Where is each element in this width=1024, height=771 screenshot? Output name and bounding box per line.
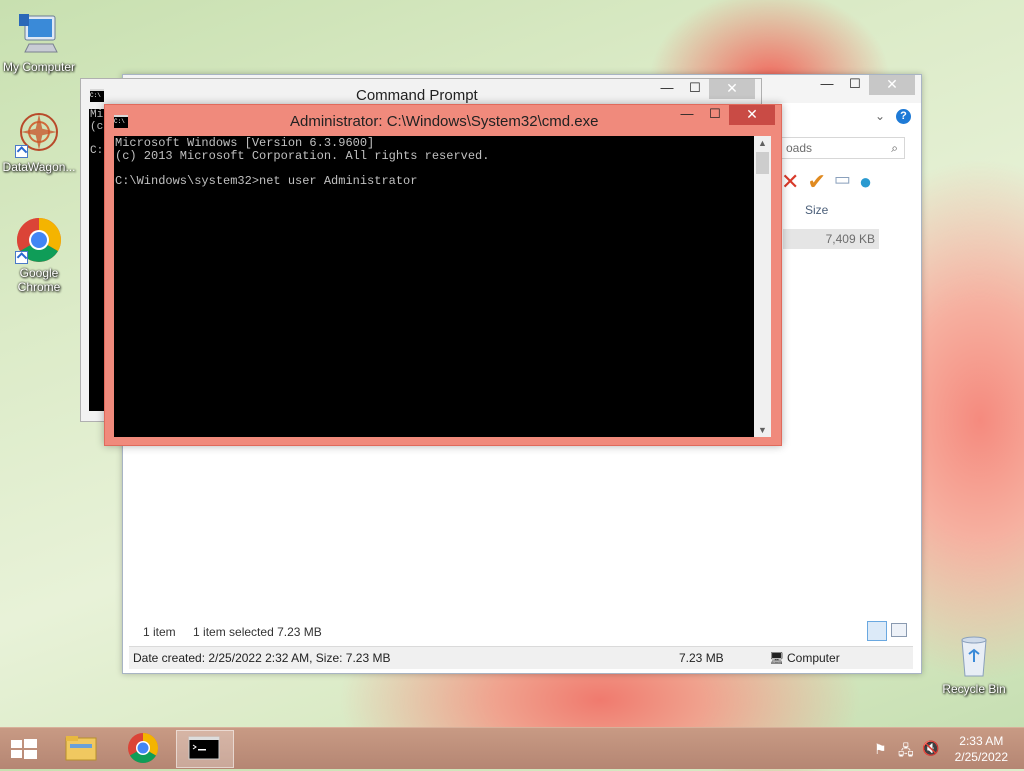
info-size: 7.23 MB <box>679 651 724 665</box>
window-title: Administrator: C:\Windows\System32\cmd.e… <box>290 113 599 130</box>
close-button[interactable]: ✕ <box>869 75 915 95</box>
clock[interactable]: 2:33 AM 2/25/2022 <box>955 733 1008 765</box>
help-icon[interactable]: ? <box>896 109 911 124</box>
close-button[interactable]: ✕ <box>729 105 775 125</box>
cmd-icon <box>188 736 220 760</box>
action-center-icon[interactable]: ⚑ <box>874 741 887 758</box>
minimize-button[interactable]: — <box>653 79 681 99</box>
status-selected: 1 item selected 7.23 MB <box>193 625 322 639</box>
desktop-icon-google-chrome[interactable]: Google Chrome <box>1 216 77 294</box>
minimize-button[interactable]: — <box>673 105 701 125</box>
taskbar-chrome[interactable] <box>114 730 172 768</box>
close-button[interactable]: ✕ <box>709 79 755 99</box>
window-title: Command Prompt <box>356 87 478 104</box>
info-date-created: Date created: 2/25/2022 2:32 AM, Size: 7… <box>133 651 391 665</box>
console-output: Microsoft Windows [Version 6.3.9600] (c)… <box>115 136 490 188</box>
computer-small-icon: 🖥 <box>769 651 785 665</box>
maximize-button[interactable]: ☐ <box>841 75 869 95</box>
recycle-bin-icon <box>950 632 998 680</box>
taskbar: ⚑ 🖧 🔇 2:33 AM 2/25/2022 <box>0 727 1024 769</box>
delete-icon[interactable]: ✕ <box>781 169 799 195</box>
admin-command-prompt-window[interactable]: C:\ Administrator: C:\Windows\System32\c… <box>104 104 782 446</box>
folder-icon <box>65 736 97 761</box>
large-icons-view-icon[interactable] <box>891 623 907 637</box>
search-icon: ⌕ <box>891 141 898 155</box>
desktop-icon-my-computer[interactable]: My Computer <box>1 10 77 74</box>
maximize-button[interactable]: ☐ <box>701 105 729 125</box>
desktop-icon-label: Google Chrome <box>17 266 61 294</box>
scrollbar-thumb[interactable] <box>756 152 769 174</box>
desktop-icon-datawagon[interactable]: DataWagon... <box>1 110 77 174</box>
network-icon[interactable]: 🖧 <box>898 740 914 764</box>
clock-time: 2:33 AM <box>959 734 1004 748</box>
clock-date: 2/25/2022 <box>954 750 1008 764</box>
minimize-button[interactable]: — <box>813 75 841 95</box>
cmd-icon: C:\ <box>90 89 104 102</box>
status-bar: 1 item 1 item selected 7.23 MB <box>143 625 322 639</box>
taskbar-file-explorer[interactable] <box>52 730 110 768</box>
shortcut-arrow-icon <box>15 145 28 158</box>
desktop-icon-label: DataWagon... <box>2 160 76 174</box>
desktop-icon-label: My Computer <box>2 60 76 74</box>
column-header-size[interactable]: Size <box>805 203 828 217</box>
desktop-icon-label: Recycle Bin <box>942 682 1006 696</box>
ribbon-expand-icon[interactable]: ⌄ <box>875 109 885 123</box>
check-icon[interactable]: ✔ <box>807 169 825 195</box>
rename-icon[interactable]: ▭ <box>834 169 851 195</box>
start-button[interactable] <box>0 730 48 768</box>
maximize-button[interactable]: ☐ <box>681 79 709 99</box>
console-area[interactable]: Microsoft Windows [Version 6.3.9600] (c)… <box>114 136 754 437</box>
chrome-icon <box>128 733 159 764</box>
globe-icon[interactable]: ● <box>859 169 872 195</box>
desktop-icon-recycle-bin[interactable]: Recycle Bin <box>936 632 1012 696</box>
file-size-cell: 7,409 KB <box>783 229 879 249</box>
search-placeholder: oads <box>786 141 813 155</box>
details-view-icon[interactable] <box>867 621 887 641</box>
scroll-up-icon[interactable]: ▲ <box>754 138 771 148</box>
volume-muted-icon[interactable]: 🔇 <box>922 740 939 757</box>
taskbar-command-prompt[interactable] <box>176 730 234 768</box>
windows-logo-icon <box>11 739 37 759</box>
cmd-icon: C:\ <box>114 115 128 128</box>
shortcut-arrow-icon <box>15 251 28 264</box>
chrome-icon <box>15 216 63 264</box>
details-bar: Date created: 2/25/2022 2:32 AM, Size: 7… <box>129 646 913 669</box>
vertical-scrollbar[interactable]: ▲ ▼ <box>754 136 771 437</box>
status-item-count: 1 item <box>143 625 176 639</box>
search-input[interactable]: oads ⌕ <box>781 137 905 159</box>
computer-icon <box>15 10 63 58</box>
datawagon-icon <box>15 110 63 158</box>
info-location: Computer <box>787 651 840 665</box>
scroll-down-icon[interactable]: ▼ <box>754 425 771 435</box>
